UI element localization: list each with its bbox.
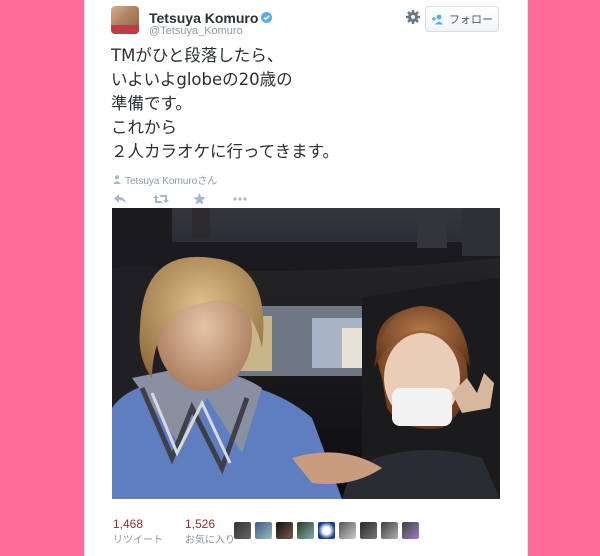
favoriter-avatars — [234, 522, 419, 539]
favoriter-avatar[interactable] — [402, 522, 419, 539]
tweet-context: Tetsuya Komuroさん — [113, 172, 217, 187]
favoriter-avatar[interactable] — [381, 522, 398, 539]
favorite-star-icon[interactable] — [193, 190, 207, 205]
tweet-stats: 1,468 リツイート 1,526 お気に入り — [113, 517, 235, 546]
tweet-context-text: Tetsuya Komuroさん — [125, 176, 218, 187]
user-display-name[interactable]: Tetsuya Komuro — [149, 10, 258, 26]
favoriter-avatar[interactable] — [234, 522, 251, 539]
tweet-photo[interactable] — [112, 208, 500, 499]
favoriter-avatar[interactable] — [318, 522, 335, 539]
tweet-text: TMがひと段落したら、 いよいよglobeの20歳の 準備です。 これから ２人… — [111, 46, 340, 161]
follow-button-label: フォロー — [449, 14, 493, 26]
tweet-card: Tetsuya Komuro @Tetsuya_Komuro フォロー TMがひ… — [84, 0, 528, 556]
favoriter-avatar[interactable] — [339, 522, 356, 539]
retweet-icon[interactable] — [153, 190, 169, 203]
user-handle[interactable]: @Tetsuya_Komuro — [149, 25, 243, 37]
verified-badge-icon — [261, 12, 273, 23]
favoriter-avatar[interactable] — [276, 522, 293, 539]
favorites-label: お気に入り — [185, 535, 235, 546]
favoriter-avatar[interactable] — [297, 522, 314, 539]
more-icon[interactable] — [233, 190, 247, 202]
retweets-count: 1,468 — [113, 517, 144, 531]
reply-icon[interactable] — [113, 190, 127, 204]
user-avatar[interactable] — [111, 6, 139, 34]
favorites-count: 1,526 — [185, 517, 216, 531]
follow-button[interactable]: フォロー — [425, 6, 499, 32]
favoriter-avatar[interactable] — [360, 522, 377, 539]
tweet-actions — [113, 190, 247, 205]
follow-person-icon — [432, 14, 443, 24]
favorites-stat[interactable]: 1,526 お気に入り — [185, 517, 235, 546]
settings-gear-icon[interactable] — [405, 9, 421, 25]
retweets-label: リツイート — [113, 535, 163, 546]
retweets-stat[interactable]: 1,468 リツイート — [113, 517, 163, 546]
favoriter-avatar[interactable] — [255, 522, 272, 539]
person-icon — [113, 175, 121, 184]
